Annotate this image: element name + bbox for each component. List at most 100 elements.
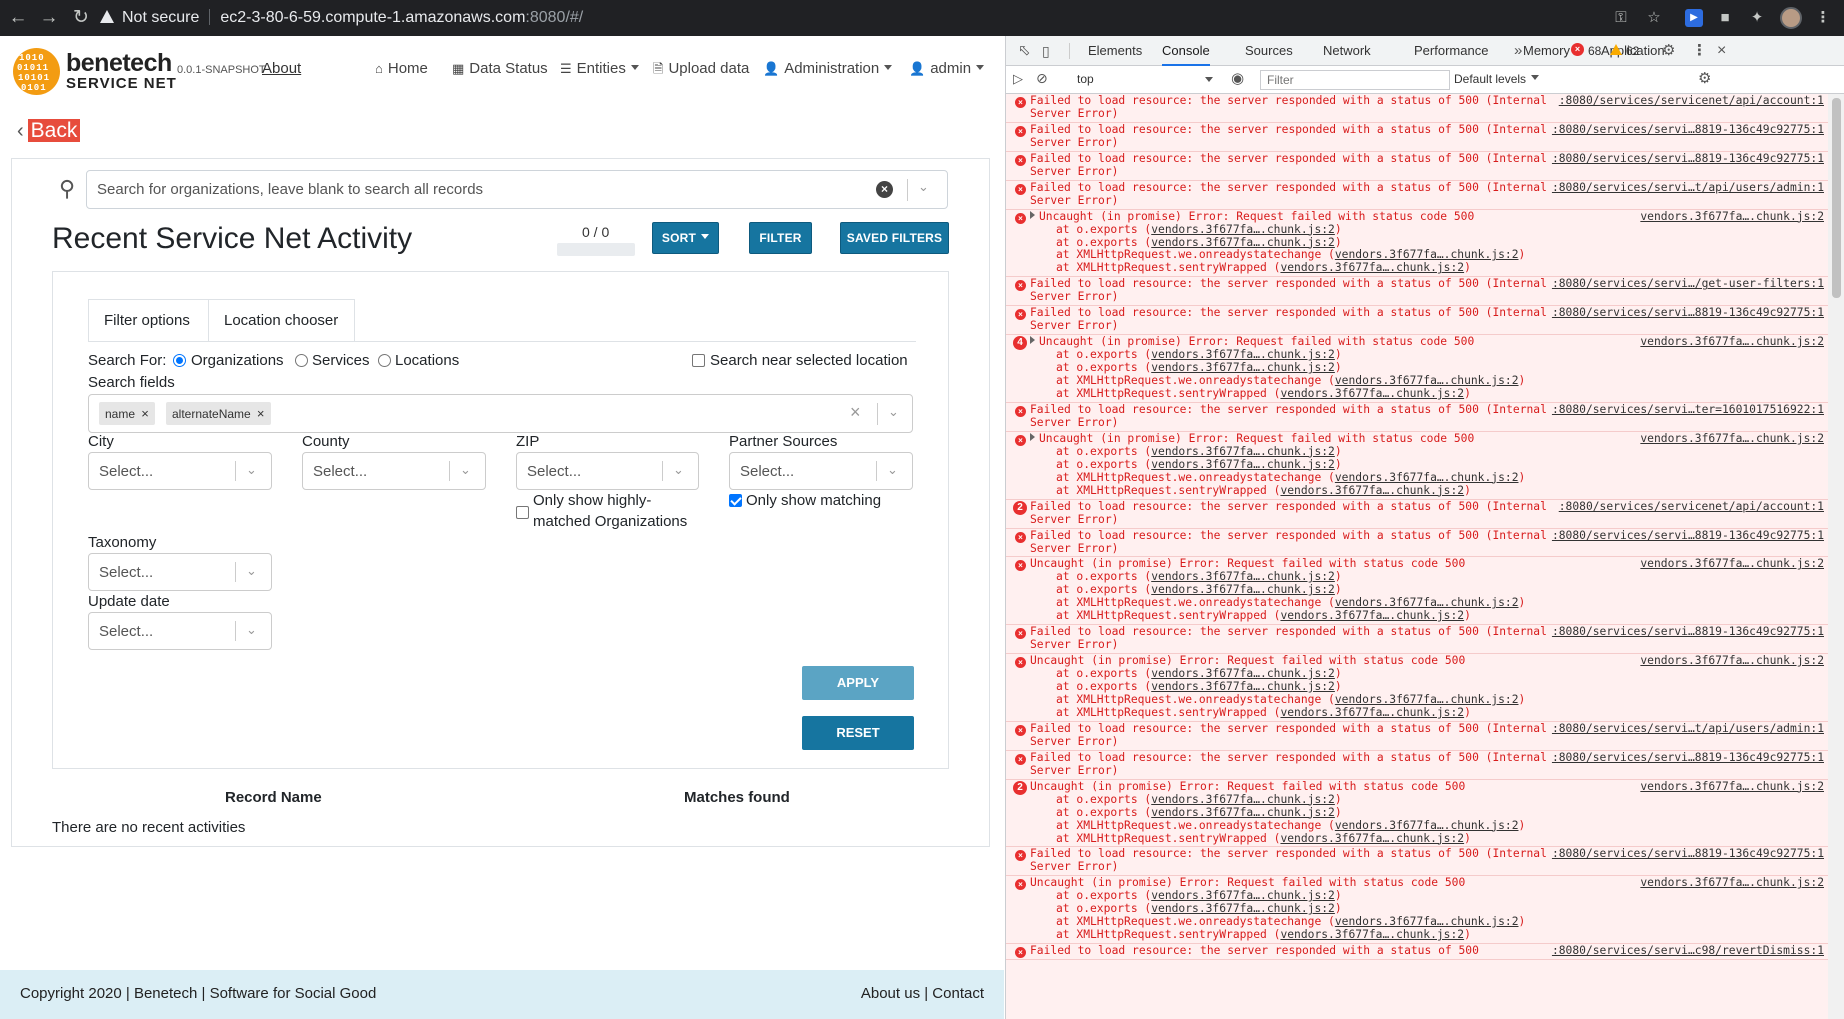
source-link[interactable]: vendors.3f677fa….chunk.js:2: [1640, 432, 1824, 446]
stack-file-link[interactable]: vendors.3f677fa….chunk.js:2: [1280, 484, 1464, 497]
extension-icon[interactable]: ■: [1716, 9, 1734, 27]
console-error-message[interactable]: ×:8080/services/servi…8819-136c49c92775:…: [1006, 123, 1828, 152]
log-levels-select[interactable]: Default levels: [1454, 70, 1540, 89]
radio-organizations[interactable]: [173, 354, 186, 367]
console-error-message[interactable]: ×:8080/services/servi…t/api/users/admin:…: [1006, 181, 1828, 210]
about-link[interactable]: About: [262, 60, 301, 77]
zip-select[interactable]: Select... ⌄: [516, 452, 699, 490]
stack-file-link[interactable]: vendors.3f677fa….chunk.js:2: [1335, 471, 1519, 484]
back-button[interactable]: ‹ Back: [17, 118, 81, 144]
console-error-message[interactable]: ×:8080/services/servi…c98/revertDismiss:…: [1006, 944, 1828, 961]
filter-button[interactable]: FILTER: [749, 222, 812, 254]
source-link[interactable]: :8080/services/servicenet/api/account:1: [1558, 500, 1824, 514]
device-toolbar-icon[interactable]: ▯: [1042, 36, 1060, 66]
stack-file-link[interactable]: vendors.3f677fa….chunk.js:2: [1151, 223, 1335, 236]
stack-file-link[interactable]: vendors.3f677fa….chunk.js:2: [1280, 387, 1464, 400]
profile-avatar[interactable]: [1780, 7, 1802, 29]
eye-icon[interactable]: ◉: [1231, 69, 1244, 87]
update-date-select[interactable]: Select... ⌄: [88, 612, 272, 650]
error-count[interactable]: 68: [1588, 36, 1601, 66]
source-link[interactable]: :8080/services/servi…/get-user-filters:1: [1551, 277, 1824, 292]
console-error-message[interactable]: 2 vendors.3f677fa….chunk.js:2 Uncaught (in…: [1006, 780, 1828, 848]
stack-file-link[interactable]: vendors.3f677fa….chunk.js:2: [1280, 261, 1464, 274]
console-error-message[interactable]: 4 vendors.3f677fa….chunk.js:2 Uncaught (in…: [1006, 335, 1828, 403]
expand-triangle-icon[interactable]: [1030, 336, 1035, 345]
console-error-message[interactable]: ×:8080/services/servi…8819-136c49c92775:…: [1006, 847, 1828, 877]
expand-triangle-icon[interactable]: [1030, 432, 1035, 441]
stack-file-link[interactable]: vendors.3f677fa….chunk.js:2: [1335, 248, 1519, 262]
radio-locations[interactable]: [378, 354, 391, 367]
puzzle-icon[interactable]: ✦: [1748, 9, 1766, 27]
chevron-down-icon[interactable]: ⌄: [888, 404, 899, 420]
stack-file-link[interactable]: vendors.3f677fa….chunk.js:2: [1335, 819, 1519, 832]
county-select[interactable]: Select... ⌄: [302, 452, 486, 490]
source-link[interactable]: :8080/services/servi…8819-136c49c92775:1: [1551, 529, 1824, 543]
stack-file-link[interactable]: vendors.3f677fa….chunk.js:2: [1151, 570, 1335, 583]
tab-memory[interactable]: Memory: [1523, 36, 1570, 66]
console-error-message[interactable]: × vendors.3f677fa….chunk.js:2 Uncaught (in…: [1006, 654, 1828, 722]
console-error-message[interactable]: × vendors.3f677fa….chunk.js:2 Uncaught (in…: [1006, 432, 1828, 500]
clear-console-icon[interactable]: ⊘: [1036, 70, 1048, 87]
stack-file-link[interactable]: vendors.3f677fa….chunk.js:2: [1151, 680, 1335, 693]
console-error-message[interactable]: ×:8080/services/servi…ter=1601017516922:…: [1006, 403, 1828, 432]
nav-user-menu[interactable]: 👤 admin: [909, 60, 985, 77]
more-tabs-icon[interactable]: »: [1514, 36, 1522, 66]
nav-administration[interactable]: 👤 Administration: [763, 60, 893, 77]
search-input[interactable]: [97, 171, 877, 208]
tab-performance[interactable]: Performance: [1414, 36, 1488, 66]
tab-network[interactable]: Network: [1323, 36, 1371, 66]
source-link[interactable]: :8080/services/servi…8819-136c49c92775:1: [1551, 123, 1824, 137]
taxonomy-select[interactable]: Select... ⌄: [88, 553, 272, 591]
stack-file-link[interactable]: vendors.3f677fa….chunk.js:2: [1151, 445, 1335, 458]
stack-file-link[interactable]: vendors.3f677fa….chunk.js:2: [1280, 706, 1464, 719]
stack-file-link[interactable]: vendors.3f677fa….chunk.js:2: [1151, 583, 1335, 596]
close-devtools-icon[interactable]: ×: [1717, 36, 1726, 66]
console-filter-input[interactable]: [1260, 70, 1450, 90]
console-error-message[interactable]: ×:8080/services/servi…8819-136c49c92775:…: [1006, 625, 1828, 655]
source-link[interactable]: :8080/services/servi…8819-136c49c92775:1: [1551, 751, 1824, 765]
stack-file-link[interactable]: vendors.3f677fa….chunk.js:2: [1151, 236, 1335, 249]
partner-sources-select[interactable]: Select... ⌄: [729, 452, 913, 490]
stack-file-link[interactable]: vendors.3f677fa….chunk.js:2: [1151, 348, 1335, 361]
source-link[interactable]: vendors.3f677fa….chunk.js:2: [1640, 876, 1824, 891]
extension-video-icon[interactable]: ▶: [1685, 9, 1703, 27]
console-settings-gear-icon[interactable]: ⚙: [1698, 69, 1711, 87]
search-near-location-checkbox[interactable]: [692, 354, 705, 367]
saved-filters-button[interactable]: SAVED FILTERS: [840, 222, 949, 254]
settings-gear-icon[interactable]: ⚙: [1662, 36, 1675, 66]
stack-file-link[interactable]: vendors.3f677fa….chunk.js:2: [1280, 928, 1464, 941]
forward-arrow-icon[interactable]: →: [37, 6, 61, 30]
console-error-message[interactable]: 2:8080/services/servicenet/api/account:1…: [1006, 500, 1828, 529]
stack-file-link[interactable]: vendors.3f677fa….chunk.js:2: [1151, 902, 1335, 915]
source-link[interactable]: :8080/services/servi…8819-136c49c92775:1: [1551, 306, 1824, 321]
stack-file-link[interactable]: vendors.3f677fa….chunk.js:2: [1335, 374, 1519, 387]
stack-file-link[interactable]: vendors.3f677fa….chunk.js:2: [1151, 806, 1335, 819]
nav-data-status[interactable]: ▦ Data Status: [452, 60, 548, 77]
address-bar[interactable]: Not secure ec2-3-80-6-59.compute-1.amazon…: [100, 5, 583, 31]
stack-file-link[interactable]: vendors.3f677fa….chunk.js:2: [1280, 832, 1464, 845]
more-vert-icon[interactable]: ⋮: [1814, 9, 1832, 27]
highly-matched-checkbox[interactable]: [516, 506, 529, 519]
console-error-message[interactable]: ×:8080/services/servicenet/api/account:1…: [1006, 94, 1828, 123]
clear-search-icon[interactable]: ×: [876, 181, 893, 198]
inspect-icon[interactable]: ⬁: [1018, 36, 1036, 66]
source-link[interactable]: :8080/services/servi…t/api/users/admin:1: [1551, 722, 1824, 736]
tab-filter-options[interactable]: Filter options: [88, 299, 209, 341]
console-scrollbar[interactable]: [1828, 94, 1844, 1019]
source-link[interactable]: vendors.3f677fa….chunk.js:2: [1640, 558, 1824, 572]
console-error-message[interactable]: ×:8080/services/servi…8819-136c49c92775:…: [1006, 306, 1828, 336]
sort-button[interactable]: SORT: [652, 222, 719, 254]
only-show-matching-checkbox[interactable]: [729, 494, 742, 507]
source-link[interactable]: :8080/services/servicenet/api/account:1: [1558, 94, 1824, 108]
tab-sources[interactable]: Sources: [1245, 36, 1293, 66]
stack-file-link[interactable]: vendors.3f677fa….chunk.js:2: [1151, 889, 1335, 902]
key-icon[interactable]: ⚿: [1612, 9, 1630, 27]
source-link[interactable]: vendors.3f677fa….chunk.js:2: [1640, 210, 1824, 224]
stack-file-link[interactable]: vendors.3f677fa….chunk.js:2: [1151, 667, 1335, 680]
console-error-message[interactable]: × vendors.3f677fa….chunk.js:2 Uncaught (in…: [1006, 876, 1828, 945]
stack-file-link[interactable]: vendors.3f677fa….chunk.js:2: [1151, 793, 1335, 806]
source-link[interactable]: :8080/services/servi…c98/revertDismiss:1: [1551, 944, 1824, 959]
nav-entities[interactable]: ☰ Entities: [560, 60, 639, 77]
stack-file-link[interactable]: vendors.3f677fa….chunk.js:2: [1151, 458, 1335, 471]
console-error-message[interactable]: ×:8080/services/servi…8819-136c49c92775:…: [1006, 751, 1828, 780]
